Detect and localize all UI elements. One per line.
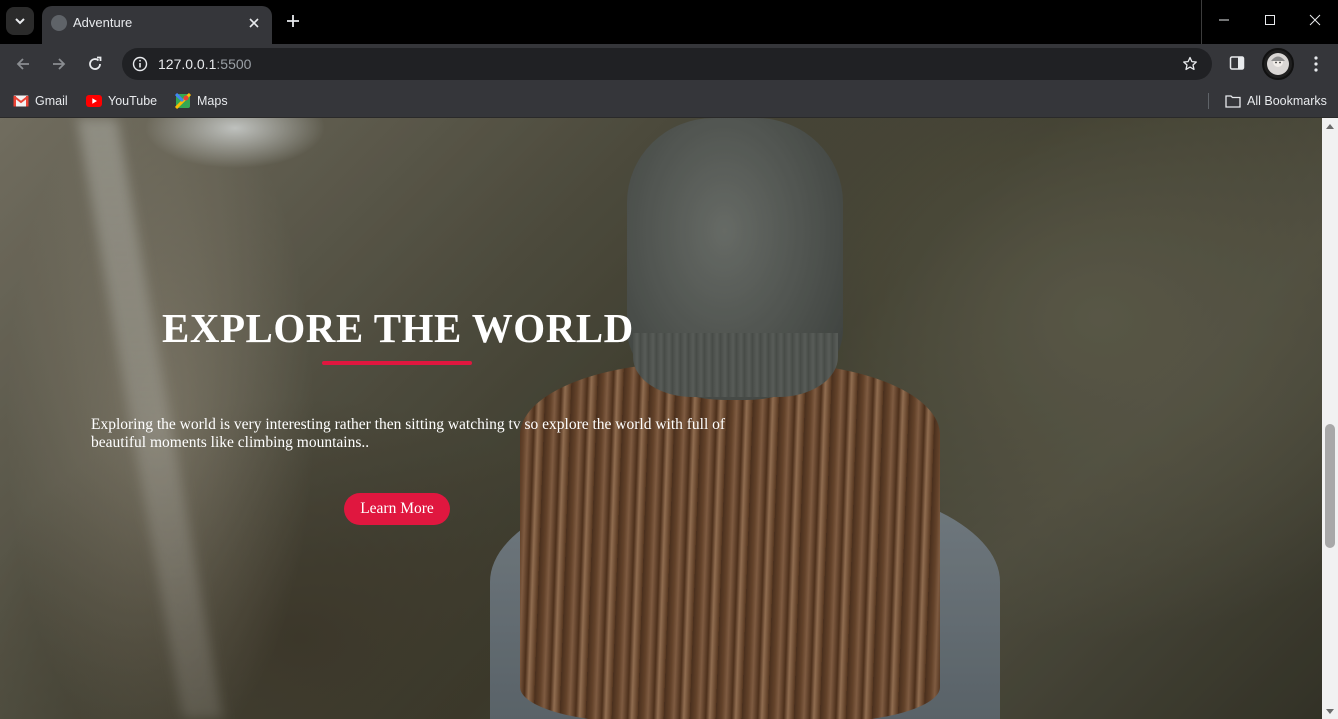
scrollbar-thumb[interactable] (1325, 424, 1335, 548)
minimize-button[interactable] (1201, 0, 1247, 40)
close-window-button[interactable] (1292, 0, 1338, 40)
arrow-left-icon (16, 58, 29, 70)
bookmark-youtube[interactable]: YouTube (86, 93, 157, 109)
tab-search-button[interactable] (6, 7, 34, 35)
reload-button[interactable] (81, 50, 109, 78)
new-tab-button[interactable] (280, 8, 306, 34)
plus-icon (287, 15, 299, 27)
url-text: 127.0.0.1:5500 (158, 56, 251, 72)
avatar-icon (1267, 53, 1289, 75)
bookmark-label: YouTube (108, 94, 158, 108)
youtube-icon (86, 93, 102, 109)
back-button[interactable] (9, 50, 37, 78)
maximize-button[interactable] (1247, 0, 1293, 40)
all-bookmarks-button[interactable]: All Bookmarks (1225, 93, 1327, 109)
address-bar[interactable]: 127.0.0.1:5500 (122, 48, 1212, 80)
hero-section: EXPLORE THE WORLD Exploring the world is… (0, 118, 1322, 719)
menu-kebab-icon[interactable] (1306, 54, 1326, 74)
hero-description: Exploring the world is very interesting … (91, 416, 726, 451)
arrow-right-icon (53, 58, 66, 70)
scroll-down-arrow-icon[interactable] (1326, 709, 1334, 714)
bookmark-gmail[interactable]: Gmail (13, 93, 68, 109)
bookmark-star-icon[interactable] (1180, 54, 1200, 74)
folder-icon (1225, 93, 1241, 109)
bookmark-label: Gmail (35, 94, 68, 108)
hero-title: EXPLORE THE WORLD (162, 305, 634, 351)
bookmarks-bar: Gmail YouTube Maps All Bookmarks (0, 84, 1338, 118)
tab-strip: Adventure (0, 0, 1338, 44)
close-icon (1309, 14, 1321, 26)
forward-button[interactable] (45, 50, 73, 78)
site-info-icon[interactable] (130, 54, 150, 74)
maps-icon (175, 93, 191, 109)
hero-title-underline (322, 361, 472, 365)
vertical-scrollbar[interactable] (1322, 118, 1338, 719)
globe-icon (51, 15, 67, 31)
profile-avatar[interactable] (1262, 48, 1294, 80)
maximize-icon (1265, 15, 1275, 25)
url-host: 127.0.0.1 (158, 56, 217, 72)
tab-adventure[interactable]: Adventure (42, 6, 272, 44)
side-panel-icon[interactable] (1228, 54, 1248, 74)
browser-toolbar: 127.0.0.1:5500 (0, 44, 1338, 84)
minimize-icon (1219, 19, 1229, 21)
bookmarks-divider (1208, 93, 1209, 109)
scroll-up-arrow-icon[interactable] (1326, 124, 1334, 129)
tab-title: Adventure (73, 15, 133, 30)
url-port: :5500 (216, 56, 252, 72)
bookmark-maps[interactable]: Maps (175, 93, 228, 109)
chevron-down-icon (15, 18, 25, 25)
all-bookmarks-label: All Bookmarks (1247, 94, 1327, 108)
close-tab-icon[interactable] (244, 13, 264, 33)
learn-more-button[interactable]: Learn More (344, 493, 450, 525)
page-viewport: EXPLORE THE WORLD Exploring the world is… (0, 118, 1338, 719)
bookmark-label: Maps (197, 94, 228, 108)
gmail-icon (13, 93, 29, 109)
reload-icon (89, 56, 102, 70)
